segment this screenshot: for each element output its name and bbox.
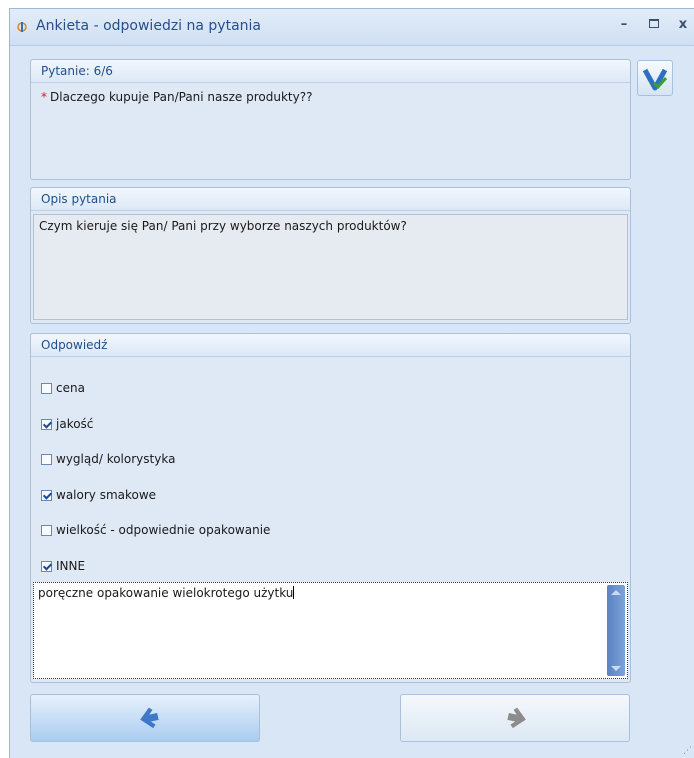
next-arrow-icon: [507, 707, 526, 729]
checkbox-inne[interactable]: [41, 561, 52, 572]
previous-arrow-icon: [140, 707, 159, 729]
checkbox-jakosc[interactable]: [41, 419, 52, 430]
text-caret: [293, 586, 295, 599]
window-title: Ankieta - odpowiedzi na pytania: [36, 18, 261, 34]
option-inne[interactable]: INNE: [41, 558, 85, 574]
option-wyglad[interactable]: wygląd/ kolorystyka: [41, 451, 175, 467]
next-button[interactable]: [400, 694, 630, 742]
answer-scrollbar[interactable]: [607, 585, 625, 676]
save-check-icon: [642, 68, 668, 91]
checkbox-cena[interactable]: [41, 383, 52, 394]
description-text: Czym kieruje się Pan/ Pani przy wyborze …: [33, 214, 628, 320]
question-panel: Pytanie: 6/6 * Dlaczego kupuje Pan/Pani n…: [30, 59, 631, 180]
required-mark: *: [41, 90, 47, 104]
answer-panel: Odpowiedź cena jakość wygląd/ kolorystyk…: [30, 333, 631, 683]
question-label: Dlaczego kupuje Pan/Pani nasze produkty?…: [50, 90, 313, 104]
close-button[interactable]: x: [675, 16, 691, 34]
maximize-button[interactable]: [646, 16, 662, 34]
option-label: INNE: [56, 559, 86, 573]
description-header: Opis pytania: [31, 188, 630, 211]
checkbox-wielkosc[interactable]: [41, 525, 52, 536]
scroll-up-icon[interactable]: [611, 590, 621, 595]
minimize-button[interactable]: –: [616, 16, 632, 34]
other-answer-text: poręczne opakowanie wielokrotego użytku: [38, 586, 294, 600]
survey-window: Ankieta - odpowiedzi na pytania – x Pyta…: [9, 8, 694, 758]
option-label: wygląd/ kolorystyka: [56, 452, 176, 466]
resize-grip-icon[interactable]: ⋰: [683, 746, 692, 756]
option-label: wielkość - odpowiednie opakowanie: [56, 523, 271, 537]
option-label: jakość: [56, 417, 94, 431]
checkbox-walory[interactable]: [41, 490, 52, 501]
save-button[interactable]: [637, 60, 673, 96]
previous-button[interactable]: [30, 694, 260, 742]
question-text: * Dlaczego kupuje Pan/Pani nasze produkty…: [41, 90, 312, 104]
option-cena[interactable]: cena: [41, 380, 85, 396]
checkbox-wyglad[interactable]: [41, 454, 52, 465]
option-label: cena: [56, 381, 85, 395]
maximize-icon: [649, 19, 659, 28]
scroll-down-icon[interactable]: [611, 666, 621, 671]
title-bar: Ankieta - odpowiedzi na pytania – x: [10, 9, 694, 46]
option-jakosc[interactable]: jakość: [41, 416, 93, 432]
option-wielkosc[interactable]: wielkość - odpowiednie opakowanie: [41, 522, 270, 538]
question-header: Pytanie: 6/6: [31, 60, 630, 83]
app-icon: [17, 22, 27, 32]
option-walory[interactable]: walory smakowe: [41, 487, 156, 503]
description-panel: Opis pytania Czym kieruje się Pan/ Pani …: [30, 187, 631, 324]
other-answer-input[interactable]: poręczne opakowanie wielokrotego użytku: [33, 582, 628, 679]
option-label: walory smakowe: [56, 488, 157, 502]
answer-header: Odpowiedź: [31, 334, 630, 357]
